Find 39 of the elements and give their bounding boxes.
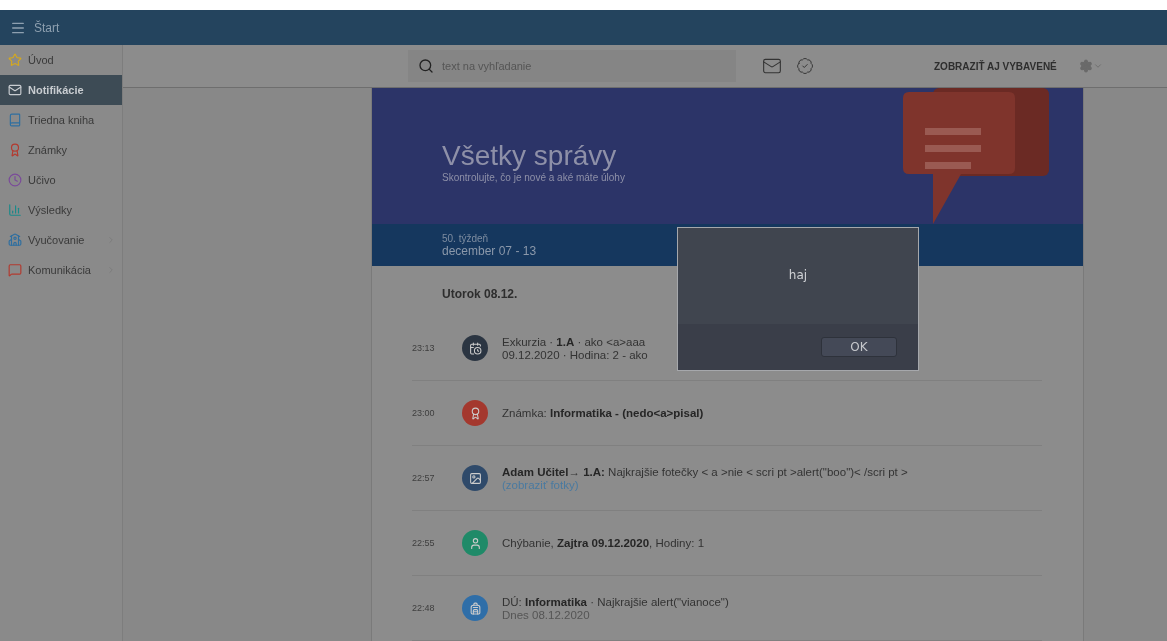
event-text: DÚ: Informatika · Najkrajšie alert("vianoce") [502, 595, 729, 608]
badge-icon[interactable] [796, 57, 814, 75]
event-time: 23:13 [412, 343, 436, 353]
hero-title: Všetky správy [442, 139, 618, 172]
week-range: december 07 - 13 [442, 243, 538, 258]
clock-icon [8, 173, 22, 187]
event-time: 22:57 [412, 473, 436, 483]
mail-icon[interactable] [762, 56, 782, 76]
sidebar-item[interactable]: Vyučovanie [0, 225, 122, 255]
week-number: 50. týždeň [442, 232, 490, 244]
sidebar-item[interactable]: Triedna kniha [0, 105, 122, 135]
school-icon [8, 233, 22, 247]
sidebar-item[interactable]: Výsledky [0, 195, 122, 225]
event-text: Chýbanie, Zajtra 09.12.2020, Hodiny: 1 [502, 537, 705, 549]
mail-icon [8, 83, 22, 97]
page-title: Štart [34, 20, 60, 35]
sidebar-item[interactable]: Notifikácie [0, 75, 122, 105]
grade-icon [8, 143, 22, 157]
day-heading: Utorok 08.12. [442, 287, 518, 301]
chart-icon [8, 203, 22, 217]
event-text: Známka: Informatika - (nedo<a>pisal) [502, 407, 704, 419]
sidebar-item[interactable]: Známky [0, 135, 122, 165]
event-time: 23:00 [412, 408, 436, 418]
event-time: 22:55 [412, 538, 436, 548]
sidebar-item[interactable]: Učivo [0, 165, 122, 195]
sidebar-item[interactable]: Komunikácia [0, 255, 122, 285]
event-text: Exkurzia · 1.A · ako <a>aaa [502, 335, 647, 348]
star-icon [8, 53, 22, 67]
show-resolved-button[interactable]: ZOBRAZIŤ AJ VYBAVENÉ [930, 56, 1061, 76]
sidebar-item[interactable]: Úvod [0, 45, 122, 75]
ok-button[interactable]: OK [821, 337, 897, 357]
hero-subtitle: Skontrolujte, čo je nové a aké máte úlohy [442, 171, 625, 183]
dialog-message: haj [788, 268, 808, 284]
book-icon [8, 113, 22, 127]
event-text: Adam Učitel→ 1.A: Najkrajšie fotečky < a >nie < scri pt >alert("boo")< /scri pt > [502, 465, 908, 478]
search-icon [418, 58, 434, 74]
chat-icon [8, 263, 22, 277]
event-time: 22:48 [412, 603, 436, 613]
event-text: 09.12.2020 · Hodina: 2 - ako [502, 348, 648, 361]
